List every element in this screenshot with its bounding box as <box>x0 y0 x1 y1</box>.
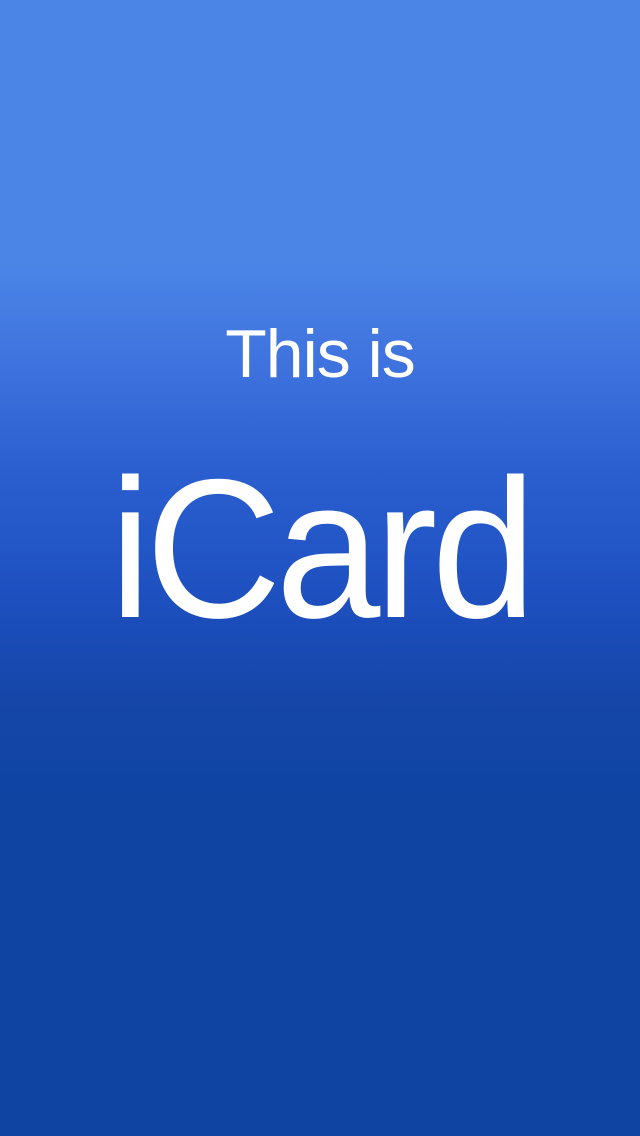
app-name-title: iCard <box>109 438 537 659</box>
intro-text: This is <box>225 316 415 392</box>
splash-screen: This is iCard <box>0 0 640 1136</box>
